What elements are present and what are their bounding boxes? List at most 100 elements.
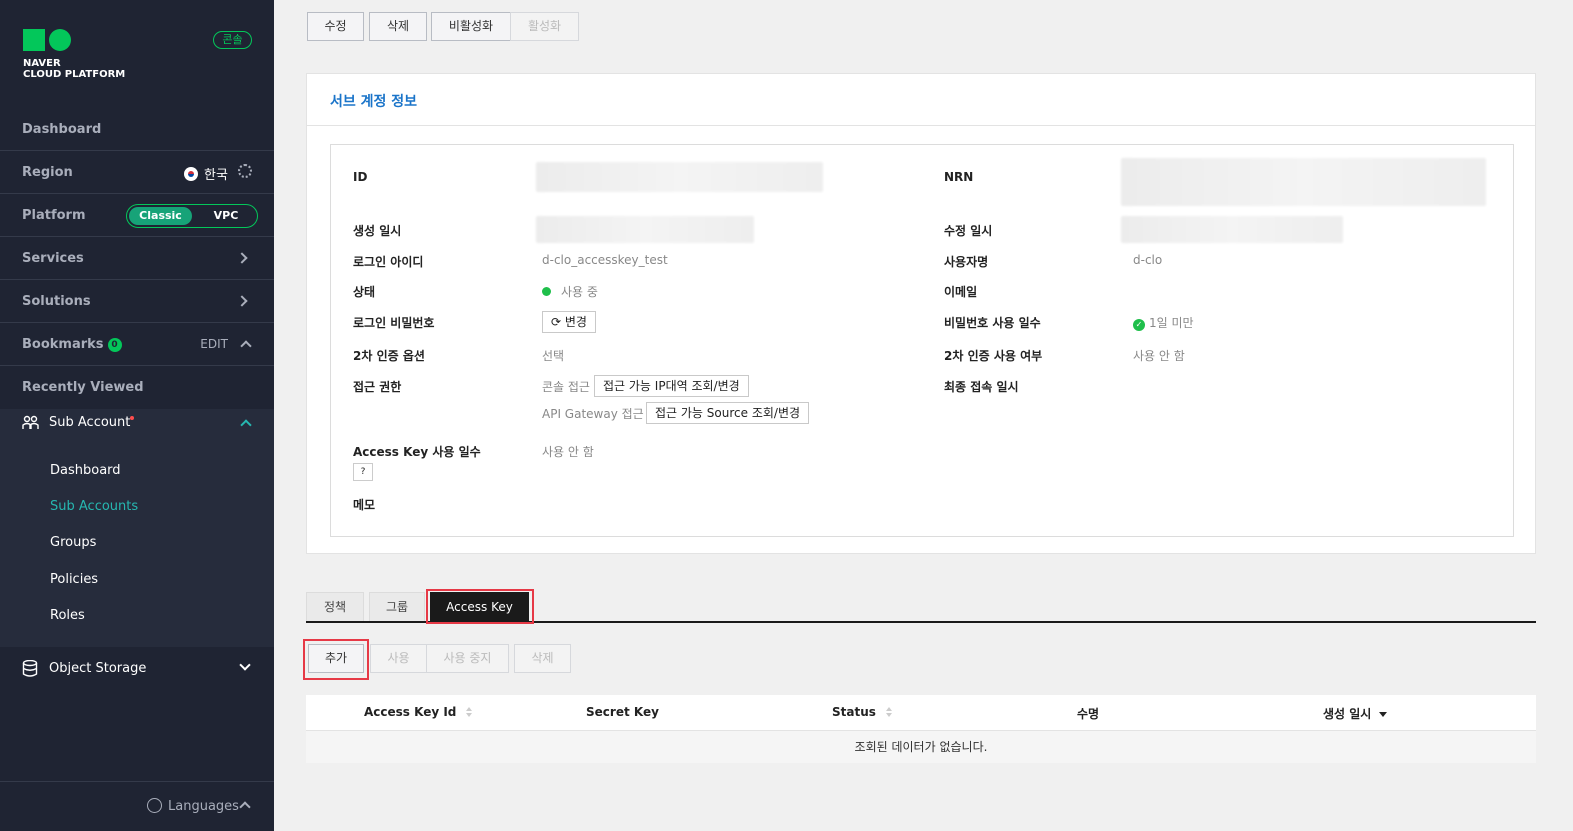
created-label: 생성 일시 — [353, 224, 402, 238]
login-id-label: 로그인 아이디 — [353, 255, 424, 269]
username-value: d-clo — [1133, 253, 1163, 267]
sidebar-item-object-storage[interactable]: Object Storage — [0, 647, 274, 691]
status-active-dot-icon — [542, 287, 551, 296]
modified-value-redacted — [1121, 216, 1343, 243]
console-badge[interactable]: 콘솔 — [213, 31, 252, 49]
password-days-wrap: ✓ 1일 미만 — [1133, 314, 1194, 331]
chevron-up-icon — [239, 801, 251, 813]
chevron-right-icon — [236, 295, 248, 307]
platform-label: Platform — [22, 208, 86, 223]
sidebar-item-recently-viewed[interactable]: Recently Viewed — [0, 366, 274, 409]
sub-account-menu: Dashboard Sub Accounts Groups Policies R… — [0, 439, 274, 647]
sort-icon — [466, 707, 473, 717]
panel-divider — [307, 125, 1535, 126]
gear-icon[interactable] — [238, 164, 252, 178]
delete-key-button[interactable]: 삭제 — [514, 644, 571, 673]
sidebar-item-region[interactable]: Region 한국 — [0, 151, 274, 194]
bookmarks-count-badge: 0 — [107, 338, 122, 352]
console-access-label: 콘솔 접근 — [542, 380, 590, 394]
delete-button[interactable]: 삭제 — [369, 12, 427, 41]
logo-square-icon — [23, 29, 45, 51]
region-selector[interactable]: 한국 — [184, 164, 228, 183]
password-days-label: 비밀번호 사용 일수 — [944, 316, 1041, 330]
api-source-button[interactable]: 접근 가능 Source 조회/변경 — [646, 402, 810, 424]
nrn-label: NRN — [944, 170, 974, 184]
panel-title: 서브 계정 정보 — [330, 94, 418, 110]
tab-groups[interactable]: 그룹 — [369, 592, 425, 622]
column-created[interactable]: 생성 일시 — [1323, 705, 1388, 722]
column-lifetime: 수명 — [1077, 707, 1100, 721]
stop-key-button[interactable]: 사용 중지 — [426, 644, 509, 673]
mfa-option-label: 2차 인증 옵션 — [353, 349, 425, 363]
column-secret-key: Secret Key — [586, 705, 659, 719]
username-label: 사용자명 — [944, 255, 989, 269]
use-key-button[interactable]: 사용 — [370, 644, 427, 673]
console-ip-range-button[interactable]: 접근 가능 IP대역 조회/변경 — [594, 375, 749, 397]
users-icon — [22, 415, 39, 429]
column-access-key-id[interactable]: Access Key Id — [364, 705, 473, 719]
tab-policies[interactable]: 정책 — [306, 592, 364, 622]
status-value-wrap: 사용 중 — [542, 283, 598, 300]
languages-label: Languages — [168, 799, 239, 814]
sub-nav-policies[interactable]: Policies — [50, 572, 98, 587]
chevron-up-icon[interactable] — [240, 419, 252, 431]
status-value: 사용 중 — [561, 285, 598, 299]
sidebar: NAVER CLOUD PLATFORM 콘솔 Dashboard Region… — [0, 0, 274, 831]
sidebar-item-platform: Platform Classic VPC — [0, 194, 274, 237]
platform-toggle[interactable]: Classic VPC — [126, 204, 258, 228]
services-label: Services — [22, 251, 84, 266]
refresh-icon: ⟳ — [551, 315, 565, 329]
table-empty-row: 조회된 데이터가 없습니다. — [306, 730, 1536, 763]
sub-account-label: Sub Account — [49, 415, 131, 430]
status-label: 상태 — [353, 285, 376, 299]
sidebar-item-sub-account[interactable]: Sub Account — [0, 409, 274, 439]
chevron-right-icon — [236, 252, 248, 264]
storage-icon — [22, 660, 38, 677]
info-box: ID 생성 일시 로그인 아이디 d-clo_accesskey_test 상태… — [330, 144, 1514, 537]
id-value-redacted — [536, 162, 823, 192]
help-icon[interactable]: ? — [353, 463, 373, 481]
mfa-use-label: 2차 인증 사용 여부 — [944, 349, 1043, 363]
password-change-label: 변경 — [564, 315, 587, 329]
sub-nav-sub-accounts[interactable]: Sub Accounts — [50, 499, 138, 514]
column-status[interactable]: Status — [832, 705, 892, 719]
recently-viewed-label: Recently Viewed — [22, 380, 144, 395]
globe-icon — [147, 798, 162, 813]
last-login-label: 최종 접속 일시 — [944, 380, 1019, 394]
mfa-use-value: 사용 안 함 — [1133, 349, 1185, 363]
languages-selector[interactable]: Languages — [0, 781, 274, 831]
password-label: 로그인 비밀번호 — [353, 316, 435, 330]
password-days-value: 1일 미만 — [1149, 316, 1194, 330]
bookmarks-edit-button[interactable]: EDIT — [200, 337, 228, 351]
logo-circle-icon — [49, 29, 71, 51]
password-change-button[interactable]: ⟳ 변경 — [542, 311, 596, 333]
check-circle-icon: ✓ — [1133, 319, 1145, 331]
chevron-up-icon[interactable] — [240, 340, 252, 352]
region-value: 한국 — [204, 168, 228, 183]
sidebar-item-bookmarks[interactable]: Bookmarks 0 EDIT — [0, 323, 274, 366]
sidebar-item-solutions[interactable]: Solutions — [0, 280, 274, 323]
sort-desc-icon — [1379, 712, 1388, 717]
api-gateway-access-label: API Gateway 접근 — [542, 407, 644, 421]
object-storage-label: Object Storage — [49, 661, 147, 676]
email-label: 이메일 — [944, 285, 978, 299]
access-key-days-label: Access Key 사용 일수 — [353, 445, 481, 459]
sub-nav-roles[interactable]: Roles — [50, 608, 85, 623]
sub-nav-groups[interactable]: Groups — [50, 535, 96, 550]
sidebar-item-services[interactable]: Services — [0, 237, 274, 280]
platform-vpc-option[interactable]: VPC — [197, 207, 255, 225]
edit-button[interactable]: 수정 — [307, 12, 364, 41]
sort-icon — [885, 707, 892, 717]
sidebar-item-dashboard[interactable]: Dashboard — [0, 108, 274, 151]
mfa-option-value[interactable]: 선택 — [542, 347, 564, 364]
deactivate-button[interactable]: 비활성화 — [431, 12, 511, 41]
platform-classic-option[interactable]: Classic — [129, 207, 192, 225]
new-dot-icon — [130, 416, 134, 420]
sub-nav-dashboard[interactable]: Dashboard — [50, 463, 121, 478]
chevron-down-icon[interactable] — [239, 659, 251, 671]
modified-label: 수정 일시 — [944, 224, 993, 238]
activate-button[interactable]: 활성화 — [510, 12, 579, 41]
solutions-label: Solutions — [22, 294, 91, 309]
highlight-add-button — [303, 639, 369, 680]
memo-label: 메모 — [353, 498, 376, 512]
